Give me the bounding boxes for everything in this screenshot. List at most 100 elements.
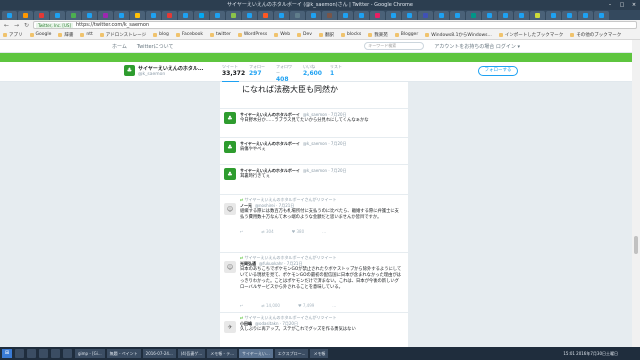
browser-tab[interactable] <box>82 11 97 20</box>
retweet-count[interactable]: ⇄ 304 <box>261 229 273 234</box>
close-button[interactable]: × <box>628 0 640 10</box>
bookmark-item[interactable]: 翻訳 <box>318 32 334 38</box>
browser-tab[interactable] <box>242 11 257 20</box>
browser-tab[interactable] <box>386 11 401 20</box>
tweet-author[interactable]: ノー元 <box>240 203 252 208</box>
minimize-button[interactable]: – <box>604 0 616 10</box>
browser-tab[interactable] <box>226 11 241 20</box>
stat-0[interactable]: ツイート 33,372 <box>222 64 245 83</box>
tweet-avatar[interactable]: ♣ <box>224 112 236 124</box>
tweet[interactable]: ☺ ⇄ サイヤーえいえんのホタルボーイさんがリツイート 光岡弘通 @fukuokahr… <box>220 252 408 308</box>
tweet-avatar[interactable]: ♣ <box>224 141 236 153</box>
browser-tab[interactable] <box>482 11 497 20</box>
bookmark-item[interactable]: twitter <box>209 32 231 37</box>
bookmark-item[interactable]: Blogger <box>394 32 418 37</box>
login-link[interactable]: アカウントをお持ちの場合 ログイン ▾ <box>434 43 520 50</box>
more-icon[interactable]: … <box>332 303 336 308</box>
browser-tab[interactable] <box>306 11 321 20</box>
maximize-button[interactable]: □ <box>616 0 628 10</box>
browser-tab[interactable] <box>354 11 369 20</box>
browser-tab[interactable] <box>498 11 513 20</box>
taskbar-app[interactable]: メモ帳 - テ... <box>207 349 238 358</box>
browser-tab[interactable] <box>514 11 529 20</box>
page-scrollbar[interactable] <box>632 40 640 347</box>
nav-about[interactable]: Twitterについて <box>137 43 174 50</box>
browser-tab[interactable] <box>562 11 577 20</box>
bookmark-item[interactable]: インポートしたブックマーク <box>498 32 563 38</box>
tweet-author[interactable]: サイヤーえいえんのホタルボーイ <box>240 141 300 146</box>
browser-tab[interactable] <box>322 11 337 20</box>
taskbar-app[interactable]: サイヤーえい... <box>239 349 273 358</box>
stat-2[interactable]: フォロワー 408 <box>276 64 293 83</box>
tweet[interactable]: ☺ ⇄ サイヤーえいえんのホタルボーイさんがリツイート ノー元 @noshirei ·… <box>220 194 408 234</box>
taskbar-app[interactable]: メモ帳 <box>310 349 329 358</box>
taskbar-pinned-icon[interactable] <box>51 349 60 358</box>
taskbar-app[interactable]: 2016-07-24... <box>142 349 176 358</box>
browser-tab[interactable] <box>578 11 593 20</box>
browser-tab[interactable] <box>594 11 609 20</box>
browser-tab[interactable] <box>466 11 481 20</box>
taskbar-app[interactable]: gimp - [Gi... <box>75 349 105 358</box>
browser-tab[interactable] <box>290 11 305 20</box>
stat-3[interactable]: いいね 2,600 <box>303 64 322 83</box>
browser-tab[interactable] <box>146 11 161 20</box>
search-input[interactable]: キーワード検索 <box>364 42 425 50</box>
follow-button[interactable]: フォローする <box>478 66 518 76</box>
bookmark-item[interactable]: blocks <box>340 32 361 37</box>
browser-tab[interactable] <box>50 11 65 20</box>
browser-tab[interactable] <box>34 11 49 20</box>
tweet[interactable]: ✈ ⇄ サイヤーえいえんのホタルボーイさんがリツイート 小田嶋 @odasitakn … <box>220 312 408 333</box>
url-text[interactable]: https://twitter.com/k_saemon <box>76 22 149 28</box>
reply-icon[interactable]: ↩ <box>240 229 243 234</box>
browser-tab[interactable] <box>98 11 113 20</box>
browser-tab[interactable] <box>546 11 561 20</box>
tweet-author[interactable]: 小田嶋 <box>240 321 252 326</box>
more-icon[interactable]: … <box>322 229 326 234</box>
tweet-avatar[interactable]: ☺ <box>224 203 236 215</box>
bookmark-item[interactable]: アドロンストレージ <box>99 32 146 38</box>
browser-tab[interactable] <box>258 11 273 20</box>
taskbar-pinned-icon[interactable] <box>15 349 24 358</box>
bookmark-item[interactable]: Google <box>29 32 51 37</box>
browser-tab[interactable] <box>210 11 225 20</box>
tweet-author[interactable]: サイヤーえいえんのホタルボーイ <box>240 112 300 117</box>
bookmark-item[interactable]: Dev <box>297 32 312 37</box>
browser-tab[interactable] <box>274 11 289 20</box>
stat-4[interactable]: リスト 1 <box>330 64 347 83</box>
like-count[interactable]: ♥ 7,499 <box>298 303 314 308</box>
taskbar-pinned-icon[interactable] <box>27 349 36 358</box>
like-count[interactable]: ♥ 380 <box>292 229 305 234</box>
browser-tab[interactable] <box>434 11 449 20</box>
start-button[interactable]: ⊞ <box>2 349 12 358</box>
forward-button[interactable]: → <box>13 22 20 29</box>
back-button[interactable]: ← <box>3 22 10 29</box>
browser-tab[interactable] <box>194 11 209 20</box>
scrollbar-thumb[interactable] <box>634 236 638 254</box>
bookmark-item[interactable]: 我楽苑 <box>368 32 388 38</box>
profile-avatar[interactable]: ♣ <box>124 65 135 76</box>
tweet-author[interactable]: 光岡弘通 <box>240 261 256 266</box>
taskbar-app[interactable]: 無題 - ペイント <box>106 349 141 358</box>
browser-tab[interactable] <box>66 11 81 20</box>
tweet[interactable]: ♣ サイヤーえいえんのホタルボーイ @k_saemon · 7月20日 肩傷ややべぇ <box>220 137 408 153</box>
browser-tab[interactable] <box>530 11 545 20</box>
bookmark-item[interactable]: Windows8.1からWindows... <box>425 32 492 38</box>
browser-tab[interactable] <box>114 11 129 20</box>
browser-tab[interactable] <box>178 11 193 20</box>
tweet-avatar[interactable]: ☺ <box>224 261 236 273</box>
tweet[interactable]: ♣ サイヤーえいえんのホタルボーイ @k_saemon · 7月20日 耳裏時行きてぇ <box>220 164 408 180</box>
browser-tab[interactable] <box>338 11 353 20</box>
tweet-avatar[interactable]: ♣ <box>224 168 236 180</box>
browser-tab[interactable] <box>370 11 385 20</box>
taskbar-pinned-icon[interactable] <box>39 349 48 358</box>
reply-icon[interactable]: ↩ <box>240 303 243 308</box>
bookmark-item[interactable]: Facebook <box>175 32 203 37</box>
taskbar-pinned-icon[interactable] <box>63 349 72 358</box>
taskbar-app[interactable]: (4)吾妻ゲ... <box>177 349 206 358</box>
browser-tab[interactable] <box>450 11 465 20</box>
browser-tab[interactable] <box>2 11 17 20</box>
bookmark-item[interactable]: blog <box>153 32 169 37</box>
tweet-avatar[interactable]: ✈ <box>224 321 236 333</box>
secure-badge[interactable]: Twitter, Inc. [US] <box>36 22 73 28</box>
profile-name[interactable]: サイヤーえいえんのホタル... <box>138 65 204 72</box>
